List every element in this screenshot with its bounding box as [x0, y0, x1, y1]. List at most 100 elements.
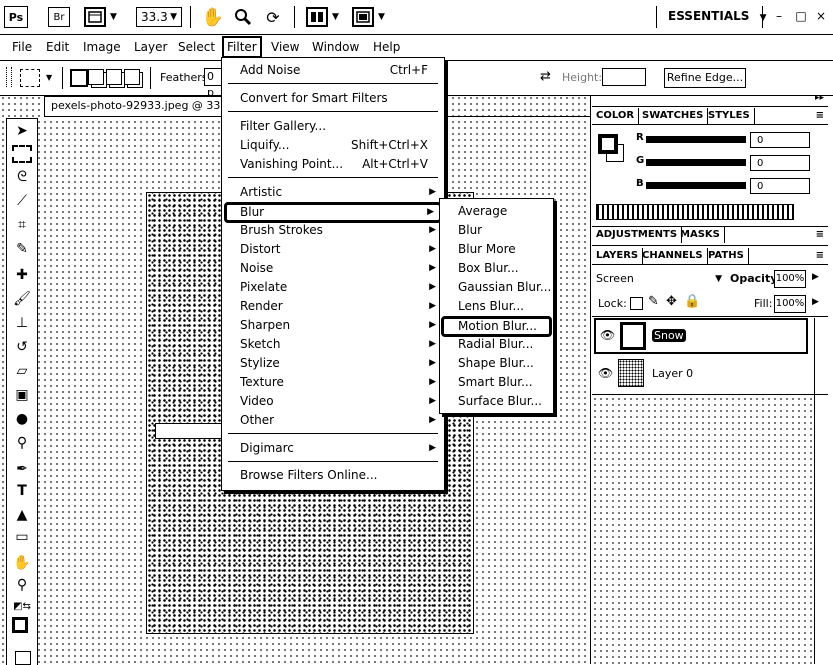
blur-tool-icon[interactable]: ● [11, 409, 33, 429]
channel-r-value[interactable]: 0 [750, 132, 810, 148]
swap-dimensions-icon[interactable]: ⇄ [540, 69, 551, 84]
eye-icon[interactable]: 👁 [600, 328, 615, 342]
channel-g-value[interactable]: 0 [750, 155, 810, 171]
filter-menu-texture[interactable]: Texture ▶ [222, 373, 444, 392]
tab-color[interactable]: COLOR [592, 108, 640, 124]
menu-window[interactable]: Window [309, 38, 362, 56]
eyedropper-tool-icon[interactable]: ✎ [11, 239, 33, 259]
blur-submenu-box-blur[interactable]: Box Blur... [440, 259, 553, 278]
add-selection-icon[interactable] [88, 69, 104, 85]
menu-layer[interactable]: Layer [131, 38, 170, 56]
lock-position-icon[interactable]: ✥ [666, 294, 677, 309]
intersect-selection-icon[interactable] [124, 69, 140, 85]
collapse-panels-icon[interactable]: ▸▸ [815, 93, 824, 103]
opacity-input[interactable]: 100% [774, 270, 806, 288]
chevron-down-icon[interactable]: ▼ [378, 12, 385, 22]
default-colors-icon[interactable]: ◩⇆ [11, 597, 33, 617]
menu-file[interactable]: File [9, 38, 35, 56]
menu-filter[interactable]: Filter [222, 36, 262, 58]
clone-stamp-tool-icon[interactable]: ⊥ [11, 313, 33, 333]
subtract-selection-icon[interactable] [106, 69, 122, 85]
zoom-tool-icon[interactable]: ⚲ [11, 575, 33, 595]
tab-layers[interactable]: LAYERS [592, 248, 644, 264]
lasso-tool-icon[interactable]: ᘓ [11, 167, 33, 187]
view-extras-icon[interactable] [84, 7, 106, 27]
chevron-down-icon[interactable]: ▼ [332, 12, 339, 22]
layer-row[interactable]: 👁 Snow [594, 318, 808, 354]
foreground-color-swatch[interactable] [12, 617, 28, 633]
layer-row[interactable]: 👁 Layer 0 [594, 356, 808, 392]
rectangle-tool-icon[interactable]: ▭ [11, 527, 33, 547]
blur-submenu-motion-blur[interactable]: Motion Blur... [441, 316, 552, 337]
arrange-documents-icon[interactable] [306, 7, 328, 27]
rectangular-marquee-tool-icon[interactable] [12, 145, 32, 163]
menu-select[interactable]: Select [175, 38, 218, 56]
filter-menu-sharpen[interactable]: Sharpen ▶ [222, 316, 444, 335]
lock-all-icon[interactable]: 🔒 [684, 294, 700, 309]
tab-channels[interactable]: CHANNELS [638, 248, 708, 264]
panel-menu-icon[interactable]: ≡ [816, 108, 824, 124]
quick-mask-icon[interactable] [15, 651, 31, 665]
lock-transparent-icon[interactable] [630, 297, 643, 310]
filter-menu-filter-gallery[interactable]: Filter Gallery... [222, 117, 444, 136]
magic-wand-tool-icon[interactable]: ⟋ [11, 191, 33, 211]
layer-name[interactable]: Layer 0 [652, 367, 693, 380]
filter-menu-brush-strokes[interactable]: Brush Strokes ▶ [222, 221, 444, 240]
pen-tool-icon[interactable]: ✒ [11, 459, 33, 479]
tab-swatches[interactable]: SWATCHES [638, 108, 709, 124]
filter-menu-stylize[interactable]: Stylize ▶ [222, 354, 444, 373]
blur-submenu-radial-blur[interactable]: Radial Blur... [440, 335, 553, 354]
blur-submenu-blur[interactable]: Blur [440, 221, 553, 240]
chevron-right-icon[interactable]: ▶ [812, 272, 819, 282]
dodge-tool-icon[interactable]: ⚲ [11, 433, 33, 453]
height-input[interactable] [602, 68, 646, 86]
chevron-right-icon[interactable]: ▶ [812, 297, 819, 307]
blur-submenu-smart-blur[interactable]: Smart Blur... [440, 373, 553, 392]
close-button[interactable]: × [812, 6, 830, 26]
channel-g-slider[interactable] [646, 159, 746, 166]
zoom-level-field[interactable]: 33.3 ▼ [136, 7, 182, 27]
channel-r-slider[interactable] [646, 136, 746, 143]
fill-input[interactable]: 100% [774, 295, 806, 313]
tab-paths[interactable]: PATHS [704, 248, 749, 264]
tab-adjustments[interactable]: ADJUSTMENTS [592, 227, 683, 243]
filter-menu-convert-smart-filters[interactable]: Convert for Smart Filters [222, 89, 444, 108]
blend-mode-select[interactable]: Screen ▼ [596, 270, 726, 288]
filter-menu-distort[interactable]: Distort ▶ [222, 240, 444, 259]
eraser-tool-icon[interactable]: ▱ [11, 361, 33, 381]
filter-menu-render[interactable]: Render ▶ [222, 297, 444, 316]
marquee-preset-icon[interactable] [20, 69, 40, 87]
brush-tool-icon[interactable]: 🖌 [11, 289, 33, 309]
healing-brush-tool-icon[interactable]: ✚ [11, 265, 33, 285]
lock-image-icon[interactable]: ✎ [648, 294, 659, 309]
channel-b-value[interactable]: 0 [750, 178, 810, 194]
filter-menu-video[interactable]: Video ▶ [222, 392, 444, 411]
filter-menu-add-noise[interactable]: Add Noise Ctrl+F [222, 61, 444, 80]
chevron-down-icon[interactable]: ▼ [46, 73, 52, 82]
channel-b-slider[interactable] [646, 182, 746, 189]
zoom-tool-icon[interactable] [232, 6, 254, 28]
gradient-tool-icon[interactable]: ▣ [11, 385, 33, 405]
blur-submenu-average[interactable]: Average [440, 202, 553, 221]
filter-menu-noise[interactable]: Noise ▶ [222, 259, 444, 278]
blur-submenu-blur-more[interactable]: Blur More [440, 240, 553, 259]
blur-submenu-gaussian-blur[interactable]: Gaussian Blur... [440, 278, 553, 297]
color-panel-foreground-swatch[interactable] [598, 134, 618, 154]
layer-name[interactable]: Snow [652, 329, 686, 342]
grip-handle[interactable] [6, 67, 12, 87]
panel-menu-icon[interactable]: ≡ [816, 227, 824, 243]
blur-submenu-lens-blur[interactable]: Lens Blur... [440, 297, 553, 316]
filter-menu-digimarc[interactable]: Digimarc ▶ [222, 439, 444, 458]
menu-help[interactable]: Help [370, 38, 403, 56]
blur-submenu-shape-blur[interactable]: Shape Blur... [440, 354, 553, 373]
layers-scrollbar[interactable] [814, 318, 827, 664]
minimize-button[interactable]: – [770, 6, 788, 26]
type-tool-icon[interactable]: T [11, 481, 33, 501]
rotate-view-icon[interactable]: ⟳ [262, 6, 284, 28]
menu-image[interactable]: Image [80, 38, 124, 56]
blur-submenu-surface-blur[interactable]: Surface Blur... [440, 392, 553, 411]
workspace-switcher[interactable]: ESSENTIALS ▼ [668, 9, 767, 23]
filter-menu-sketch[interactable]: Sketch ▶ [222, 335, 444, 354]
hand-tool-icon[interactable]: ✋ [202, 6, 224, 28]
menu-edit[interactable]: Edit [43, 38, 72, 56]
